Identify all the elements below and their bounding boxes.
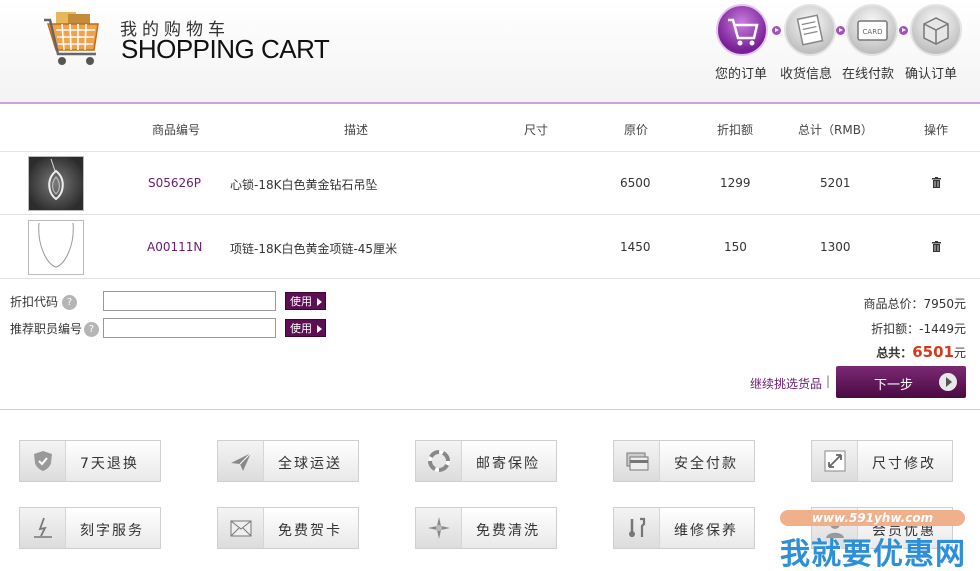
product-code[interactable]: A00111N xyxy=(147,240,202,254)
service-cleaning[interactable]: 免费清洗 xyxy=(415,507,557,549)
page-title-en: SHOPPING CART xyxy=(121,34,330,64)
continue-shopping-link[interactable]: 继续挑选货品 xyxy=(750,375,822,392)
service-global-shipping[interactable]: 全球运送 xyxy=(217,440,359,482)
step-arrow-icon xyxy=(899,26,908,35)
column-header-price: 原价 xyxy=(624,123,649,137)
product-price: 1450 xyxy=(620,240,651,254)
staff-id-input[interactable] xyxy=(103,318,276,338)
pendant-image[interactable] xyxy=(28,156,84,211)
service-label: 尺寸修改 xyxy=(872,456,936,472)
step-arrow-icon xyxy=(772,26,781,35)
service-size-alteration[interactable]: 尺寸修改 xyxy=(811,440,953,482)
column-header-code: 商品编号 xyxy=(152,123,201,137)
shield-icon xyxy=(34,451,52,471)
grand-total-value: 6501 xyxy=(912,343,954,361)
arrow-right-icon xyxy=(939,373,957,391)
envelope-icon xyxy=(230,520,252,537)
cart-icon[interactable] xyxy=(716,4,768,56)
help-icon[interactable]: ? xyxy=(62,295,78,310)
product-total: 5201 xyxy=(820,176,851,190)
column-header-action: 操作 xyxy=(924,123,949,137)
product-code[interactable]: S05626P xyxy=(148,176,201,190)
service-greeting-card[interactable]: 免费贺卡 xyxy=(217,507,359,549)
staff-id-label-text: 推荐职员编号 xyxy=(10,322,83,336)
discount-code-input[interactable] xyxy=(103,291,276,311)
trash-icon[interactable] xyxy=(932,241,941,252)
next-step-label: 下一步 xyxy=(874,378,914,393)
lifebuoy-icon xyxy=(428,450,450,472)
service-secure-payment[interactable]: 安全付款 xyxy=(613,440,755,482)
package-icon[interactable] xyxy=(910,4,962,56)
service-label: 免费贺卡 xyxy=(278,523,342,539)
grand-total: 总共：6501元 xyxy=(876,343,966,361)
step-label-payment: 在线付款 xyxy=(842,67,895,82)
column-header-description: 描述 xyxy=(344,123,369,137)
table-row: S05626P 心锁-18K白色黄金钻石吊坠 6500 1299 5201 xyxy=(0,152,980,215)
goods-total: 商品总价：7950元 xyxy=(863,297,966,311)
step-label-shipping: 收货信息 xyxy=(780,67,833,82)
watermark: www.591yhw.com 我就要优惠网 xyxy=(780,507,970,571)
product-discount: 150 xyxy=(724,240,747,254)
product-total: 1300 xyxy=(820,240,851,254)
column-header-discount: 折扣额 xyxy=(717,123,754,137)
service-insurance[interactable]: 邮寄保险 xyxy=(415,440,557,482)
shopping-cart-icon xyxy=(44,12,99,65)
watermark-text: 我就要优惠网 xyxy=(780,537,966,571)
staff-id-label: 推荐职员编号? xyxy=(10,320,100,337)
grand-total-unit: 元 xyxy=(953,346,966,360)
apply-discount-button[interactable]: 使用 xyxy=(285,292,326,310)
discount-total: 折扣额：-1449元 xyxy=(871,322,966,336)
card-icon-text: CARD xyxy=(863,28,883,36)
grand-total-label: 总共： xyxy=(876,346,913,360)
service-maintenance[interactable]: 维修保养 xyxy=(613,507,755,549)
service-label: 7天退换 xyxy=(80,456,139,472)
product-description[interactable]: 项链-18K白色黄金项链-45厘米 xyxy=(230,240,397,257)
step-label-order: 您的订单 xyxy=(715,67,768,82)
product-discount: 1299 xyxy=(720,176,751,190)
step-label-confirm: 确认订单 xyxy=(905,67,958,82)
service-label: 邮寄保险 xyxy=(476,456,540,472)
trash-icon[interactable] xyxy=(932,177,941,188)
watermark-url: www.591yhw.com xyxy=(780,510,965,526)
header: 我的购物车 SHOPPING CART CARD 您的订单 收货信息 在线付款 … xyxy=(0,0,980,104)
next-step-button[interactable]: 下一步 xyxy=(836,366,966,398)
necklace-image[interactable] xyxy=(28,220,84,275)
discount-code-label-text: 折扣代码 xyxy=(10,295,59,309)
service-label: 刻字服务 xyxy=(80,523,144,539)
product-description[interactable]: 心锁-18K白色黄金钻石吊坠 xyxy=(230,176,377,193)
service-engraving[interactable]: 刻字服务 xyxy=(19,507,161,549)
discount-code-label: 折扣代码? xyxy=(10,293,78,310)
service-label: 维修保养 xyxy=(674,523,738,539)
checkout-steps: CARD 您的订单 收货信息 在线付款 确认订单 xyxy=(712,4,972,94)
column-header-total: 总计（RMB） xyxy=(798,123,873,137)
cart-table-header: 商品编号 描述 尺寸 原价 折扣额 总计（RMB） 操作 xyxy=(0,106,980,152)
document-icon[interactable] xyxy=(784,4,836,56)
card-icon[interactable]: CARD xyxy=(846,4,898,56)
sparkle-icon xyxy=(428,517,450,539)
service-return[interactable]: 7天退换 xyxy=(19,440,161,482)
service-label: 安全付款 xyxy=(674,456,738,472)
plane-icon xyxy=(231,452,252,471)
product-price: 6500 xyxy=(620,176,651,190)
service-label: 免费清洗 xyxy=(476,523,540,539)
link-separator: | xyxy=(826,374,831,388)
tools-icon xyxy=(629,517,646,537)
column-header-size: 尺寸 xyxy=(524,123,549,137)
apply-staff-id-button[interactable]: 使用 xyxy=(285,319,326,337)
step-arrow-icon xyxy=(836,26,845,35)
table-row: A00111N 项链-18K白色黄金项链-45厘米 1450 150 1300 xyxy=(0,216,980,279)
section-divider xyxy=(0,409,980,410)
service-label: 全球运送 xyxy=(278,456,342,472)
help-icon[interactable]: ? xyxy=(84,322,100,337)
card-icon xyxy=(626,452,649,471)
engrave-icon xyxy=(34,517,52,538)
resize-icon xyxy=(824,450,846,472)
